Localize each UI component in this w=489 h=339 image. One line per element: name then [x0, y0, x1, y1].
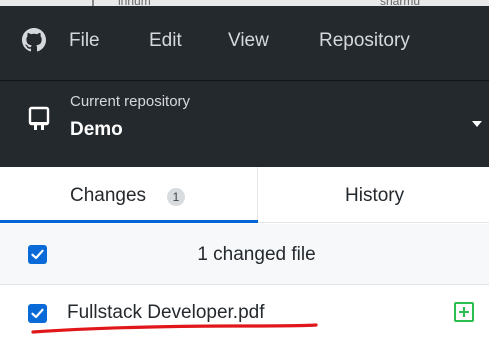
changed-files-count: 1 changed file: [197, 244, 316, 265]
tab-history-label: History: [345, 185, 405, 206]
active-tab-indicator: [0, 220, 258, 223]
menu-edit[interactable]: Edit: [149, 30, 182, 52]
menu-file[interactable]: File: [69, 30, 100, 52]
github-desktop-window: innum sharmu File Edit View Repository C…: [0, 0, 489, 339]
red-annotation-underline: [31, 323, 318, 334]
menu-bar: innum sharmu File Edit View Repository: [0, 0, 489, 80]
strip-divider: [92, 0, 94, 6]
file-added-icon: [454, 302, 474, 322]
changes-list-header: 1 changed file: [0, 224, 489, 285]
tab-changes[interactable]: Changes 1: [0, 167, 258, 223]
checkmark-icon: [31, 308, 44, 319]
strip-text-left: innum: [118, 0, 151, 8]
tab-bar: Changes 1 History: [0, 167, 489, 223]
background-window-strip: innum sharmu: [0, 0, 489, 8]
strip-text-right: sharmu: [380, 0, 421, 8]
menu-view[interactable]: View: [228, 30, 269, 52]
github-logo-icon: [22, 28, 46, 52]
repository-name: Demo: [70, 119, 123, 140]
current-repository-label: Current repository: [70, 93, 191, 110]
tab-history[interactable]: History: [258, 167, 489, 223]
changes-count-badge: 1: [167, 188, 185, 206]
menu-repository[interactable]: Repository: [319, 30, 410, 52]
chevron-down-icon[interactable]: [472, 121, 482, 127]
tab-changes-label: Changes: [70, 185, 147, 206]
computer-icon: [28, 106, 50, 130]
current-repository-selector[interactable]: Current repository Demo: [0, 80, 489, 167]
